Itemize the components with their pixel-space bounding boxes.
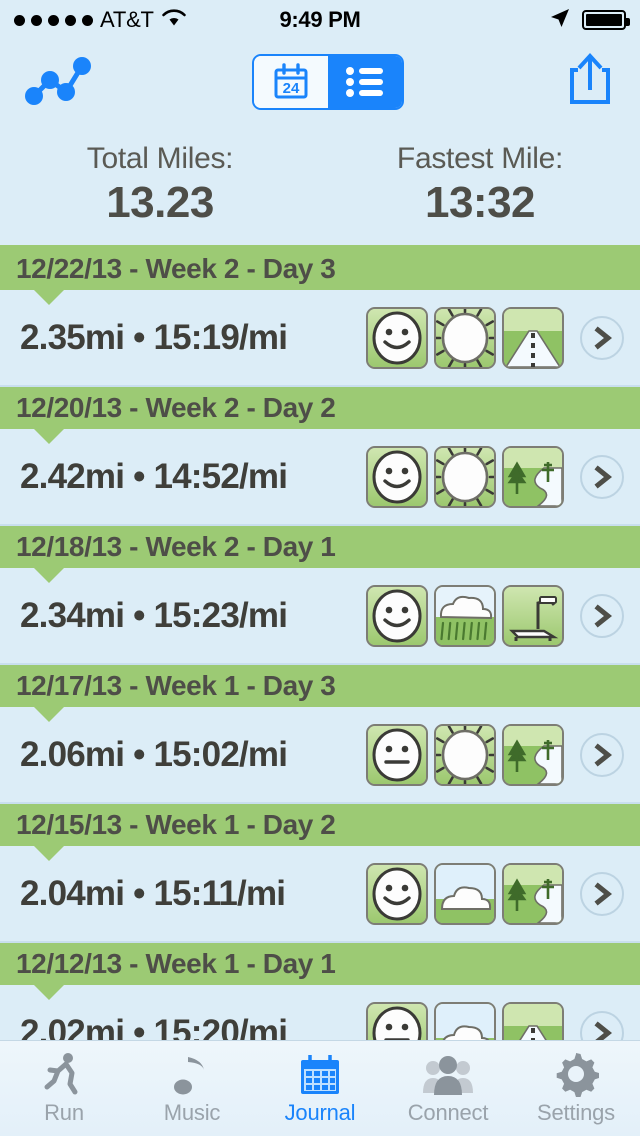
- mood-happy-icon: [366, 862, 428, 925]
- entry-date-label: 12/22/13 - Week 2 - Day 3: [16, 253, 336, 284]
- status-bar-right: [548, 6, 630, 35]
- entry-date-label: 12/17/13 - Week 1 - Day 3: [16, 670, 336, 701]
- entry-date-label: 12/18/13 - Week 2 - Day 1: [16, 531, 336, 562]
- terrain-trail-icon: [502, 445, 564, 508]
- entry-body[interactable]: 2.42mi • 14:52/mi: [0, 429, 640, 526]
- fastest-mile-value: 13:32: [424, 177, 536, 227]
- share-icon[interactable]: [562, 50, 618, 115]
- svg-text:24: 24: [283, 80, 300, 97]
- terrain-road-icon: [502, 1001, 564, 1040]
- mood-neutral-icon: [366, 723, 428, 786]
- journal-entry[interactable]: 12/12/13 - Week 1 - Day 1 2.02mi • 15:20/…: [0, 943, 640, 1040]
- weather-cloudy-icon: [434, 862, 496, 925]
- mood-happy-icon: [366, 306, 428, 369]
- total-miles-value: 13.23: [106, 177, 214, 227]
- entry-date-label: 12/20/13 - Week 2 - Day 2: [16, 392, 336, 423]
- chevron-right-icon[interactable]: [580, 315, 624, 360]
- tab-connect[interactable]: Connect: [384, 1041, 512, 1136]
- fastest-mile-stat: Fastest Mile: 13:32: [320, 124, 640, 245]
- entry-date-header: 12/17/13 - Week 1 - Day 3: [0, 665, 640, 722]
- mood-happy-icon: [366, 584, 428, 647]
- tab-music[interactable]: Music: [128, 1041, 256, 1136]
- clock: 9:49 PM: [279, 7, 361, 32]
- entry-stat-label: 2.42mi • 14:52/mi: [20, 456, 288, 496]
- journal-entry[interactable]: 12/20/13 - Week 2 - Day 2 2.42mi • 14:52/…: [0, 387, 640, 526]
- entry-stat-label: 2.04mi • 15:11/mi: [20, 873, 286, 913]
- tab-settings[interactable]: Settings: [512, 1041, 640, 1136]
- entry-stat-label: 2.35mi • 15:19/mi: [20, 317, 288, 357]
- mood-happy-icon: [366, 445, 428, 508]
- list-bullets-icon: [346, 67, 383, 97]
- tab-journal[interactable]: Journal: [256, 1041, 384, 1136]
- fastest-mile-label: Fastest Mile:: [396, 141, 564, 175]
- journal-entry[interactable]: 12/17/13 - Week 1 - Day 3 2.06mi • 15:02/…: [0, 665, 640, 804]
- terrain-road-icon: [502, 306, 564, 369]
- entry-date-header: 12/12/13 - Week 1 - Day 1: [0, 943, 640, 1000]
- entry-date-header: 12/18/13 - Week 2 - Day 1: [0, 526, 640, 583]
- weather-sunny-icon: [434, 306, 496, 369]
- segment-calendar-view[interactable]: 24: [254, 56, 328, 108]
- entry-icon-group: [366, 306, 624, 369]
- entry-icon-group: [366, 723, 624, 786]
- status-bar: AT&T 9:49 PM: [0, 0, 640, 40]
- journal-entry-list[interactable]: 12/22/13 - Week 2 - Day 3 2.35mi • 15:19/…: [0, 248, 640, 1040]
- entry-body[interactable]: 2.04mi • 15:11/mi: [0, 846, 640, 943]
- chevron-right-icon[interactable]: [580, 454, 624, 499]
- entry-icon-group: [366, 862, 624, 925]
- terrain-treadmill-icon: [502, 584, 564, 647]
- entry-body[interactable]: 2.35mi • 15:19/mi: [0, 290, 640, 387]
- terrain-trail-icon: [502, 723, 564, 786]
- entry-date-header: 12/20/13 - Week 2 - Day 2: [0, 387, 640, 444]
- weather-rainy-icon: [434, 584, 496, 647]
- weather-cloudy-icon: [434, 1001, 496, 1040]
- segment-list-view[interactable]: [328, 56, 402, 108]
- gear-icon: [553, 1051, 599, 1097]
- entry-icon-group: [366, 584, 624, 647]
- people-group-icon: [422, 1051, 474, 1097]
- tab-label: Connect: [407, 1100, 489, 1125]
- entry-date-header: 12/22/13 - Week 2 - Day 3: [0, 248, 640, 305]
- entry-date-label: 12/15/13 - Week 1 - Day 2: [16, 809, 336, 840]
- entry-stat-label: 2.06mi • 15:02/mi: [20, 734, 288, 774]
- entry-body[interactable]: 2.34mi • 15:23/mi: [0, 568, 640, 665]
- journal-entry[interactable]: 12/18/13 - Week 2 - Day 1 2.34mi • 15:23/…: [0, 526, 640, 665]
- total-miles-stat: Total Miles: 13.23: [0, 124, 320, 245]
- view-mode-segmented-control[interactable]: 24: [252, 54, 404, 110]
- tab-label: Music: [163, 1100, 221, 1125]
- tab-label: Settings: [537, 1100, 615, 1125]
- journal-entry[interactable]: 12/22/13 - Week 2 - Day 3 2.35mi • 15:19/…: [0, 248, 640, 387]
- chevron-right-icon[interactable]: [580, 732, 624, 777]
- entry-date-label: 12/12/13 - Week 1 - Day 1: [16, 948, 336, 979]
- chevron-right-icon[interactable]: [580, 593, 624, 638]
- entry-date-header: 12/15/13 - Week 1 - Day 2: [0, 804, 640, 861]
- chevron-right-icon[interactable]: [580, 871, 624, 916]
- weather-sunny-icon: [434, 445, 496, 508]
- top-toolbar: 24: [0, 40, 640, 124]
- terrain-trail-icon: [502, 862, 564, 925]
- calendar-24-icon: 24: [274, 63, 308, 99]
- entry-body[interactable]: 2.02mi • 15:20/mi: [0, 985, 640, 1040]
- tab-bar[interactable]: Run Music Journal Connect Settings: [0, 1040, 640, 1136]
- running-person-icon: [41, 1051, 87, 1097]
- total-miles-label: Total Miles:: [86, 141, 234, 175]
- entry-icon-group: [366, 1001, 624, 1040]
- entry-stat-label: 2.34mi • 15:23/mi: [20, 595, 288, 635]
- entry-stat-label: 2.02mi • 15:20/mi: [20, 1012, 288, 1041]
- location-arrow-icon: [548, 6, 572, 35]
- line-chart-icon[interactable]: [22, 52, 94, 113]
- music-note-icon: [172, 1051, 212, 1097]
- battery-full-icon: [582, 10, 630, 30]
- weather-sunny-icon: [434, 723, 496, 786]
- entry-body[interactable]: 2.06mi • 15:02/mi: [0, 707, 640, 804]
- summary-stats: Total Miles: 13.23 Fastest Mile: 13:32: [0, 124, 640, 248]
- mood-neutral-icon: [366, 1001, 428, 1040]
- journal-entry[interactable]: 12/15/13 - Week 1 - Day 2 2.04mi • 15:11/…: [0, 804, 640, 943]
- entry-icon-group: [366, 445, 624, 508]
- tab-label: Journal: [284, 1100, 356, 1125]
- calendar-icon: [298, 1051, 342, 1097]
- tab-run[interactable]: Run: [0, 1041, 128, 1136]
- chevron-right-icon[interactable]: [580, 1010, 624, 1040]
- tab-label: Run: [44, 1100, 84, 1125]
